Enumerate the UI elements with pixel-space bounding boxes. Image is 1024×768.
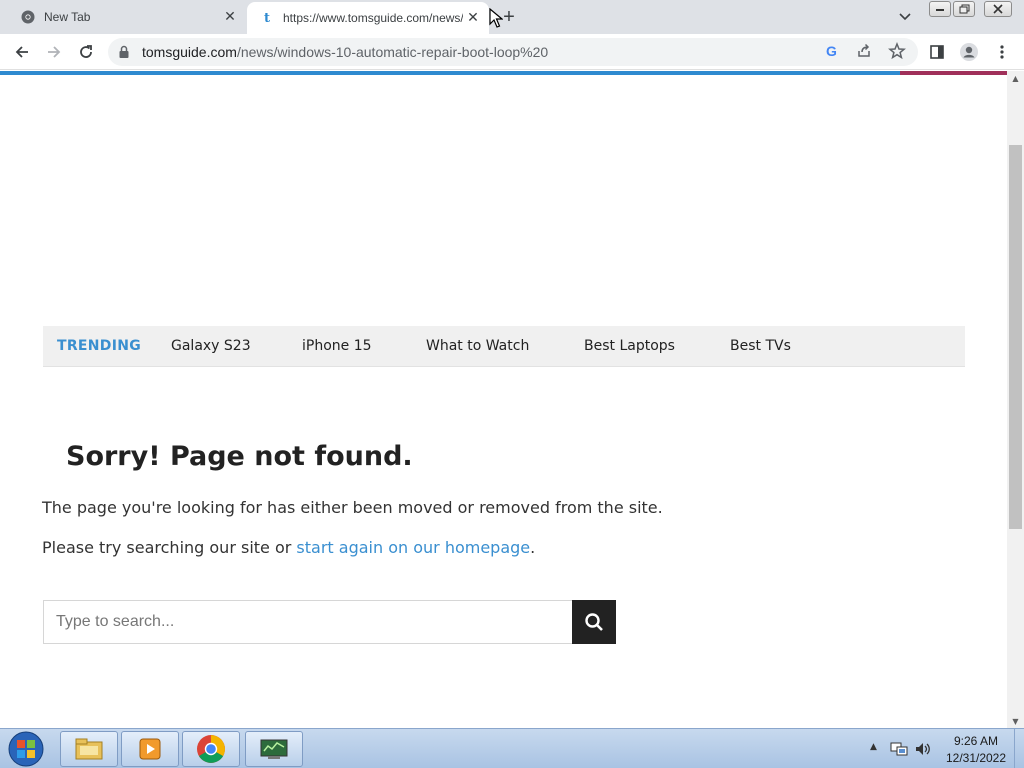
trending-link-galaxy-s23[interactable]: Galaxy S23 [171, 338, 251, 354]
share-icon[interactable] [856, 43, 872, 63]
search-input[interactable] [44, 601, 572, 643]
close-window-button[interactable] [984, 1, 1012, 17]
homepage-link[interactable]: start again on our homepage [296, 538, 530, 557]
mouse-cursor-icon [489, 7, 504, 32]
tab-search-chevron-icon[interactable] [895, 7, 915, 27]
monitor-app-icon [260, 739, 288, 759]
retry-message: Please try searching our site or start a… [42, 538, 535, 557]
lock-icon[interactable] [118, 44, 130, 63]
media-player-icon [139, 738, 161, 760]
tab-new-tab[interactable]: New Tab ✕ [8, 0, 246, 34]
scroll-down-arrow-icon[interactable]: ▼ [1007, 714, 1024, 728]
url-text: tomsguide.com/news/windows-10-automatic-… [142, 44, 548, 60]
tab-title: New Tab [44, 10, 91, 24]
tab-title: https://www.tomsguide.com/news/windows-1… [283, 11, 463, 25]
tab-tomsguide[interactable]: t https://www.tomsguide.com/news/windows… [247, 2, 489, 34]
minimize-button[interactable] [929, 1, 951, 17]
scrollbar-thumb[interactable] [1009, 145, 1022, 529]
chrome-icon [20, 9, 36, 25]
show-hidden-icons-arrow-icon[interactable]: ▲ [870, 742, 877, 752]
side-panel-icon[interactable] [925, 40, 949, 64]
tomsguide-favicon-icon: t [263, 10, 270, 26]
close-tab-icon[interactable]: ✕ [463, 8, 483, 28]
folder-icon [75, 738, 103, 760]
bookmark-star-icon[interactable] [888, 41, 906, 64]
page-content: TRENDING Galaxy S23 iPhone 15 What to Wa… [0, 75, 1007, 728]
taskbar-system-app[interactable] [245, 731, 303, 767]
trending-bar: TRENDING Galaxy S23 iPhone 15 What to Wa… [43, 326, 965, 367]
browser-toolbar: tomsguide.com/news/windows-10-automatic-… [0, 34, 1024, 70]
google-translate-icon[interactable]: G [826, 43, 837, 59]
profile-avatar-icon[interactable] [957, 40, 981, 64]
search-box [43, 600, 573, 644]
trending-link-what-to-watch[interactable]: What to Watch [426, 338, 529, 354]
close-tab-icon[interactable]: ✕ [220, 7, 240, 27]
search-button[interactable] [572, 600, 616, 644]
reload-icon[interactable] [74, 40, 98, 64]
start-button[interactable] [4, 730, 48, 768]
tab-strip: New Tab ✕ t https://www.tomsguide.com/ne… [0, 0, 1024, 34]
menu-kebab-icon[interactable] [990, 40, 1014, 64]
retry-suffix: . [530, 538, 536, 557]
taskbar-chrome[interactable] [182, 731, 240, 767]
error-message: The page you're looking for has either b… [42, 498, 663, 517]
trending-link-best-laptops[interactable]: Best Laptops [584, 338, 675, 354]
search-icon [585, 613, 603, 631]
trending-link-best-tvs[interactable]: Best TVs [730, 338, 791, 354]
url-path: /news/windows-10-automatic-repair-boot-l… [236, 44, 549, 60]
restore-button[interactable] [953, 1, 975, 17]
clock-date[interactable]: 12/31/2022 [940, 751, 1012, 765]
show-desktop-button[interactable] [1014, 729, 1024, 768]
forward-arrow-icon[interactable] [42, 40, 66, 64]
windows-logo-icon [8, 731, 44, 767]
chrome-icon [197, 735, 225, 763]
volume-icon[interactable] [914, 741, 932, 761]
trending-link-iphone-15[interactable]: iPhone 15 [302, 338, 372, 354]
system-tray: ▲ 9:26 AM 12/31/2022 [866, 729, 1024, 768]
scroll-up-arrow-icon[interactable]: ▲ [1007, 71, 1024, 85]
windows-taskbar: ▲ 9:26 AM 12/31/2022 [0, 728, 1024, 768]
taskbar-file-explorer[interactable] [60, 731, 118, 767]
url-host: tomsguide.com [142, 44, 237, 60]
back-arrow-icon[interactable] [10, 40, 34, 64]
trending-label: TRENDING [57, 338, 142, 354]
page-title: Sorry! Page not found. [66, 441, 413, 472]
address-bar[interactable]: tomsguide.com/news/windows-10-automatic-… [108, 38, 918, 66]
network-icon[interactable] [890, 741, 908, 761]
retry-prefix: Please try searching our site or [42, 538, 297, 557]
page-scrollbar[interactable]: ▲ ▼ [1007, 71, 1024, 728]
clock-time[interactable]: 9:26 AM [946, 734, 1006, 748]
taskbar-media-player[interactable] [121, 731, 179, 767]
